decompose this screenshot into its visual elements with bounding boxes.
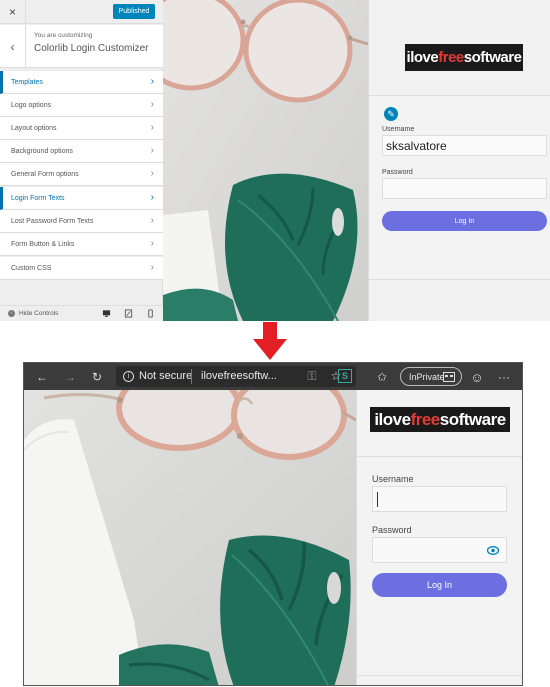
text-cursor	[377, 492, 378, 507]
logo-text-prefix: ilove	[374, 409, 411, 429]
browser-window: ← → ↻ i Not secure ilovefreesoftw... ⚿ ☆…	[23, 362, 523, 686]
desktop-preview-icon[interactable]	[102, 309, 111, 318]
background-photo	[163, 0, 368, 321]
username-label: Username	[372, 474, 414, 484]
browser-toolbar: ← → ↻ i Not secure ilovefreesoftw... ⚿ ☆…	[24, 363, 522, 390]
customizer-footer: ‹ Hide Controls	[0, 305, 163, 321]
password-input[interactable]	[382, 178, 547, 199]
menu-item-custom-css[interactable]: Custom CSS ›	[0, 257, 163, 280]
edit-pencil-icon[interactable]: ✎	[384, 107, 398, 121]
address-bar[interactable]: i Not secure ilovefreesoftw... ⚿ ☆	[116, 366, 356, 387]
username-value: sksalvatore	[386, 139, 447, 153]
more-icon[interactable]: ···	[496, 369, 512, 385]
hide-controls-button[interactable]: ‹ Hide Controls	[8, 310, 58, 317]
mobile-preview-icon[interactable]	[146, 309, 155, 318]
chevron-right-icon: ›	[150, 76, 154, 87]
logo-text-suffix: software	[463, 49, 522, 66]
menu-item-form-button-links[interactable]: Form Button & Links ›	[0, 233, 163, 256]
chevron-right-icon: ›	[150, 192, 154, 203]
username-input[interactable]	[372, 486, 507, 512]
menu-item-layout-options[interactable]: Layout options ›	[0, 117, 163, 140]
logo-text-suffix: software	[439, 409, 506, 429]
info-icon[interactable]: i	[123, 371, 134, 382]
address-divider	[191, 369, 192, 384]
publish-button[interactable]: Published	[113, 4, 155, 19]
forward-arrow-icon[interactable]: →	[62, 369, 78, 385]
back-arrow-icon[interactable]: ←	[34, 369, 50, 385]
chevron-right-icon: ›	[150, 215, 154, 226]
inprivate-label: InPrivate	[409, 371, 445, 382]
menu-item-general-form-options[interactable]: General Form options ›	[0, 163, 163, 186]
login-panel: ilove free software Username Password Log …	[356, 390, 522, 685]
chevron-right-icon: ›	[150, 238, 154, 249]
arrow-down-icon	[253, 322, 287, 360]
menu-item-label: Custom CSS	[11, 264, 52, 272]
chevron-right-icon: ›	[150, 262, 154, 273]
menu-item-label: Lost Password Form Texts	[11, 217, 94, 225]
menu-item-label: Logo options	[11, 101, 52, 109]
password-label: Password	[372, 525, 412, 535]
logo-text-highlight: free	[410, 409, 441, 429]
password-input[interactable]	[372, 537, 507, 563]
glasses-and-leaf-image	[163, 0, 368, 321]
collapse-icon: ‹	[8, 310, 15, 317]
not-secure-label: Not secure	[139, 370, 193, 382]
login-button[interactable]: Log In	[382, 211, 547, 231]
close-icon[interactable]: ×	[0, 0, 26, 24]
inprivate-icon	[443, 372, 455, 382]
extension-icon[interactable]: S	[338, 369, 352, 383]
chevron-right-icon: ›	[150, 122, 154, 133]
customizer-header: × Published	[0, 0, 163, 24]
chevron-right-icon: ›	[150, 99, 154, 110]
logo-text-highlight: free	[438, 49, 464, 66]
chevron-right-icon: ›	[150, 145, 154, 156]
customizer-title-box: ‹ You are customizing Colorlib Login Cus…	[0, 25, 163, 68]
customizer-title: Colorlib Login Customizer	[34, 43, 149, 54]
menu-item-label: Layout options	[11, 124, 57, 132]
menu-item-login-form-texts[interactable]: Login Form Texts ›	[0, 187, 163, 210]
refresh-icon[interactable]: ↻	[89, 369, 105, 385]
menu-item-background-options[interactable]: Background options ›	[0, 140, 163, 163]
ilovefreesoftware-logo: ilove free software	[370, 407, 510, 432]
customizer-sidebar: × Published ‹ You are customizing Colorl…	[0, 0, 163, 321]
menu-item-label: Templates	[11, 78, 43, 86]
customizer-screenshot: × Published ‹ You are customizing Colorl…	[0, 0, 550, 321]
menu-item-label: Background options	[11, 147, 73, 155]
ilovefreesoftware-logo: ilove free software	[405, 44, 523, 71]
favorites-icon[interactable]: ✩	[374, 369, 390, 385]
menu-item-label: General Form options	[11, 170, 79, 178]
login-button[interactable]: Log In	[372, 573, 507, 597]
menu-item-templates[interactable]: Templates ›	[0, 71, 163, 94]
url-text: ilovefreesoftw...	[201, 370, 277, 382]
glasses-and-leaf-image	[24, 390, 356, 685]
back-icon[interactable]: ‹	[0, 25, 26, 68]
password-label: Password	[382, 169, 413, 176]
customizing-caption: You are customizing	[34, 32, 93, 39]
hide-controls-label: Hide Controls	[19, 310, 59, 317]
logo-text-prefix: ilove	[406, 49, 439, 66]
username-label: Username	[382, 126, 415, 133]
menu-item-label: Login Form Texts	[11, 194, 65, 202]
tablet-preview-icon[interactable]	[124, 309, 133, 318]
chevron-right-icon: ›	[150, 168, 154, 179]
key-icon[interactable]: ⚿	[304, 368, 320, 384]
inprivate-badge[interactable]: InPrivate	[400, 367, 462, 386]
menu-item-lost-password-form-texts[interactable]: Lost Password Form Texts ›	[0, 210, 163, 233]
eye-icon[interactable]	[487, 546, 499, 555]
emoji-feedback-icon[interactable]: ☺	[469, 369, 485, 385]
login-panel: ilove free software ✎ Username sksalvatore…	[368, 0, 550, 321]
menu-item-label: Form Button & Links	[11, 240, 75, 248]
background-photo	[24, 390, 356, 685]
menu-item-logo-options[interactable]: Logo options ›	[0, 94, 163, 117]
